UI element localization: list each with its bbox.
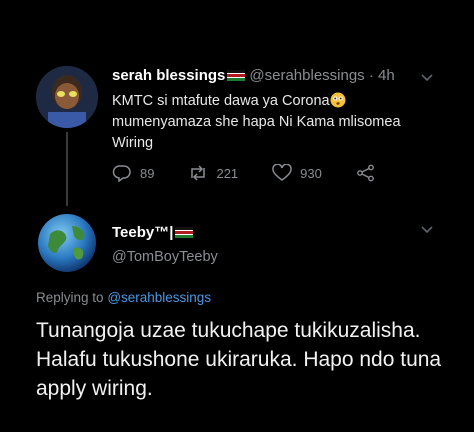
like-button[interactable]: 930 <box>272 164 322 182</box>
reply-author-name-text: Teeby™| <box>112 224 174 241</box>
chevron-down-icon[interactable] <box>420 70 434 84</box>
share-icon <box>356 164 374 182</box>
author-name[interactable]: serah blessings <box>112 67 225 84</box>
avatar[interactable] <box>36 66 98 128</box>
reply-author-name[interactable]: Teeby™| <box>112 224 197 241</box>
thread-line <box>66 132 68 206</box>
retweet-button[interactable]: 221 <box>188 164 238 182</box>
flushed-face-emoji <box>330 92 346 108</box>
author-handle[interactable]: @serahblessings <box>249 67 364 84</box>
kenya-flag-icon <box>227 70 246 81</box>
reply-avatar[interactable] <box>36 212 98 274</box>
reply-count: 89 <box>140 165 155 181</box>
reply-icon <box>112 165 131 182</box>
timestamp[interactable]: 4h <box>378 67 395 84</box>
replying-to-link[interactable]: @serahblessings <box>107 290 211 305</box>
reply-text: Tunangoja uzae tukuchape tukikuzalisha. … <box>36 319 442 400</box>
tweet-text: KMTC si mtafute dawa ya Corona mumenyama… <box>112 91 442 154</box>
kenya-flag-icon <box>175 227 194 238</box>
reply-author-handle[interactable]: @TomBoyTeeby <box>112 249 218 265</box>
retweet-count: 221 <box>216 165 239 181</box>
replying-prefix: Replying to <box>36 290 104 305</box>
like-count: 930 <box>300 165 322 181</box>
like-icon <box>272 164 292 181</box>
separator: · <box>368 67 374 84</box>
tweet-header: serah blessings @serahblessings · 4h <box>112 67 395 84</box>
chevron-down-icon[interactable] <box>420 222 434 236</box>
original-tweet: serah blessings @serahblessings · 4h KMTC… <box>0 0 474 206</box>
reply-button[interactable]: 89 <box>112 164 154 182</box>
tweet-actions: 89 221 930 <box>112 164 418 182</box>
tweet-text-line2: mumenyamaza she hapa Ni Kama mlisomea Wi… <box>112 114 401 151</box>
replying-to: Replying to @serahblessings <box>36 290 211 305</box>
share-button[interactable] <box>356 164 384 182</box>
retweet-icon <box>191 165 206 181</box>
tweet-text-line1: KMTC si mtafute dawa ya Corona <box>112 93 330 109</box>
